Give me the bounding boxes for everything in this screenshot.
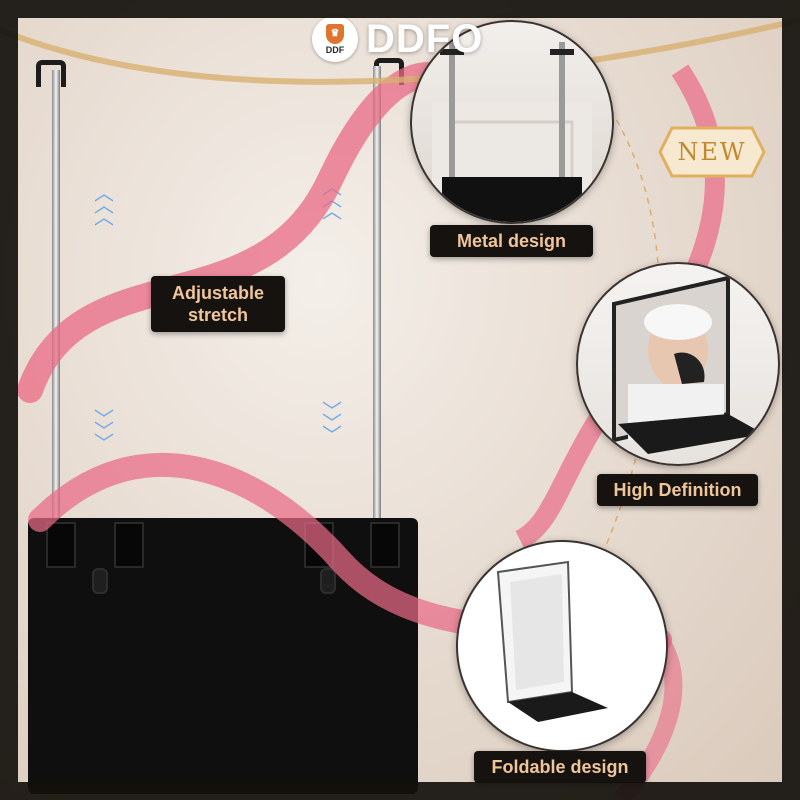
left-door-hook bbox=[36, 60, 66, 87]
wall-mount-keyhole bbox=[320, 568, 336, 594]
mirror-back-panel bbox=[28, 518, 418, 794]
wall-mount-keyhole bbox=[92, 568, 108, 594]
foldable-mirror-circle bbox=[456, 540, 668, 752]
left-telescopic-rod bbox=[52, 70, 60, 550]
brand-logo: ♛ DDF DDFO bbox=[312, 14, 483, 64]
rod-slot bbox=[304, 522, 334, 568]
rod-slot bbox=[370, 522, 400, 568]
feature-label-foldable-design: Foldable design bbox=[474, 751, 646, 783]
up-arrows-icon: ︿ ︿ ︿ bbox=[94, 183, 114, 229]
stretch-label-line2: stretch bbox=[187, 305, 249, 325]
feature-label-adjustable-stretch: Adjustable stretch bbox=[151, 276, 285, 332]
brand-name: DDFO bbox=[366, 16, 484, 61]
down-arrows-icon: ﹀ ﹀ ﹀ bbox=[94, 409, 114, 455]
feature-label-metal-design: Metal design bbox=[430, 225, 593, 257]
rod-slot bbox=[114, 522, 144, 568]
product-scene: ︿ ︿ ︿ ︿ ︿ ︿ ﹀ ﹀ ﹀ ﹀ ﹀ ﹀ NEW Metal design… bbox=[0, 0, 800, 800]
rod-slot bbox=[46, 522, 76, 568]
brand-abbr: DDF bbox=[325, 44, 345, 55]
right-telescopic-rod bbox=[373, 66, 381, 550]
shield-icon: ♛ bbox=[326, 23, 344, 44]
new-badge-text: NEW bbox=[677, 138, 747, 166]
high-definition-mirror-circle bbox=[576, 262, 780, 466]
new-badge: NEW bbox=[658, 124, 766, 180]
stretch-label-line1: Adjustable bbox=[171, 283, 264, 303]
brand-badge: ♛ DDF bbox=[312, 16, 358, 62]
up-arrows-icon: ︿ ︿ ︿ bbox=[322, 177, 342, 223]
down-arrows-icon: ﹀ ﹀ ﹀ bbox=[322, 401, 342, 447]
feature-label-high-definition: High Definition bbox=[597, 474, 758, 506]
